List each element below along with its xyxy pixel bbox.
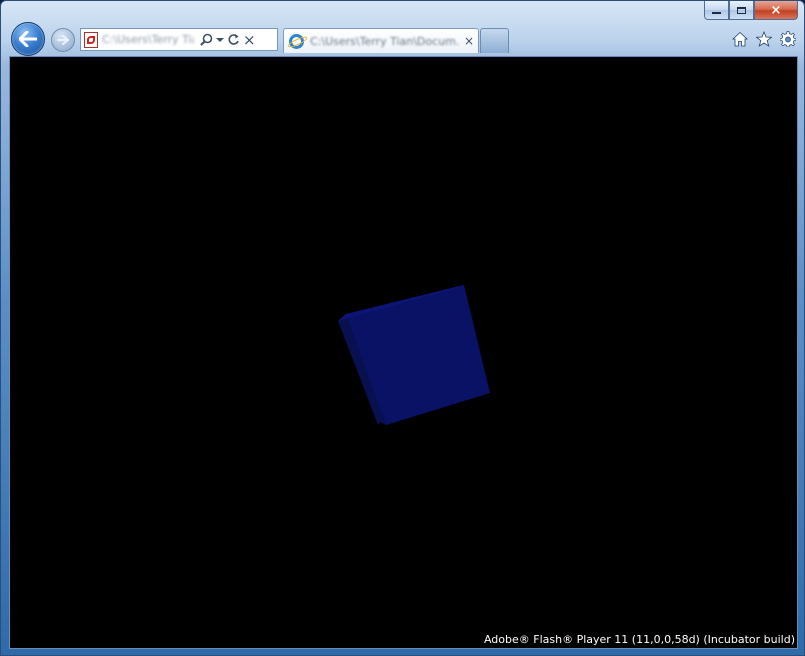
- maximize-button[interactable]: [729, 1, 754, 20]
- address-bar-controls: ×: [200, 31, 256, 49]
- ie-icon: [289, 33, 304, 49]
- back-button[interactable]: [11, 22, 45, 56]
- address-bar[interactable]: C:\Users\Terry Tian\ ×: [80, 28, 278, 51]
- gear-icon[interactable]: [780, 31, 796, 47]
- address-input[interactable]: C:\Users\Terry Tian\: [102, 33, 194, 46]
- refresh-icon[interactable]: [227, 33, 240, 46]
- forward-button[interactable]: [51, 28, 75, 52]
- chevron-down-icon[interactable]: [216, 37, 224, 43]
- pdf-file-icon: [84, 31, 98, 48]
- back-arrow-icon: [19, 31, 37, 47]
- star-icon[interactable]: [756, 31, 772, 47]
- tab-label: C:\Users\Terry Tian\Docum...: [310, 34, 460, 48]
- maximize-icon: [737, 6, 746, 14]
- browser-window: × C:\Users\Terry Tian\ ×: [0, 0, 805, 656]
- tab-active[interactable]: C:\Users\Terry Tian\Docum... ×: [283, 28, 479, 53]
- blue-cube-render: [338, 285, 490, 425]
- forward-arrow-icon: [57, 35, 69, 45]
- minimize-icon: [712, 12, 721, 14]
- tab-close-button[interactable]: ×: [464, 34, 474, 48]
- magnifier-icon[interactable]: [200, 33, 213, 46]
- close-icon: ×: [770, 2, 782, 18]
- new-tab-button[interactable]: [480, 28, 509, 53]
- command-icons: [732, 31, 796, 47]
- flash-player-version-label: Adobe® Flash® Player 11 (11,0,0,58d) (In…: [483, 633, 795, 646]
- close-window-button[interactable]: ×: [754, 1, 798, 20]
- flash-content-area[interactable]: Adobe® Flash® Player 11 (11,0,0,58d) (In…: [9, 56, 798, 649]
- stop-icon[interactable]: ×: [243, 31, 256, 49]
- minimize-button[interactable]: [704, 1, 729, 20]
- home-icon[interactable]: [732, 31, 748, 47]
- caption-buttons: ×: [704, 1, 798, 21]
